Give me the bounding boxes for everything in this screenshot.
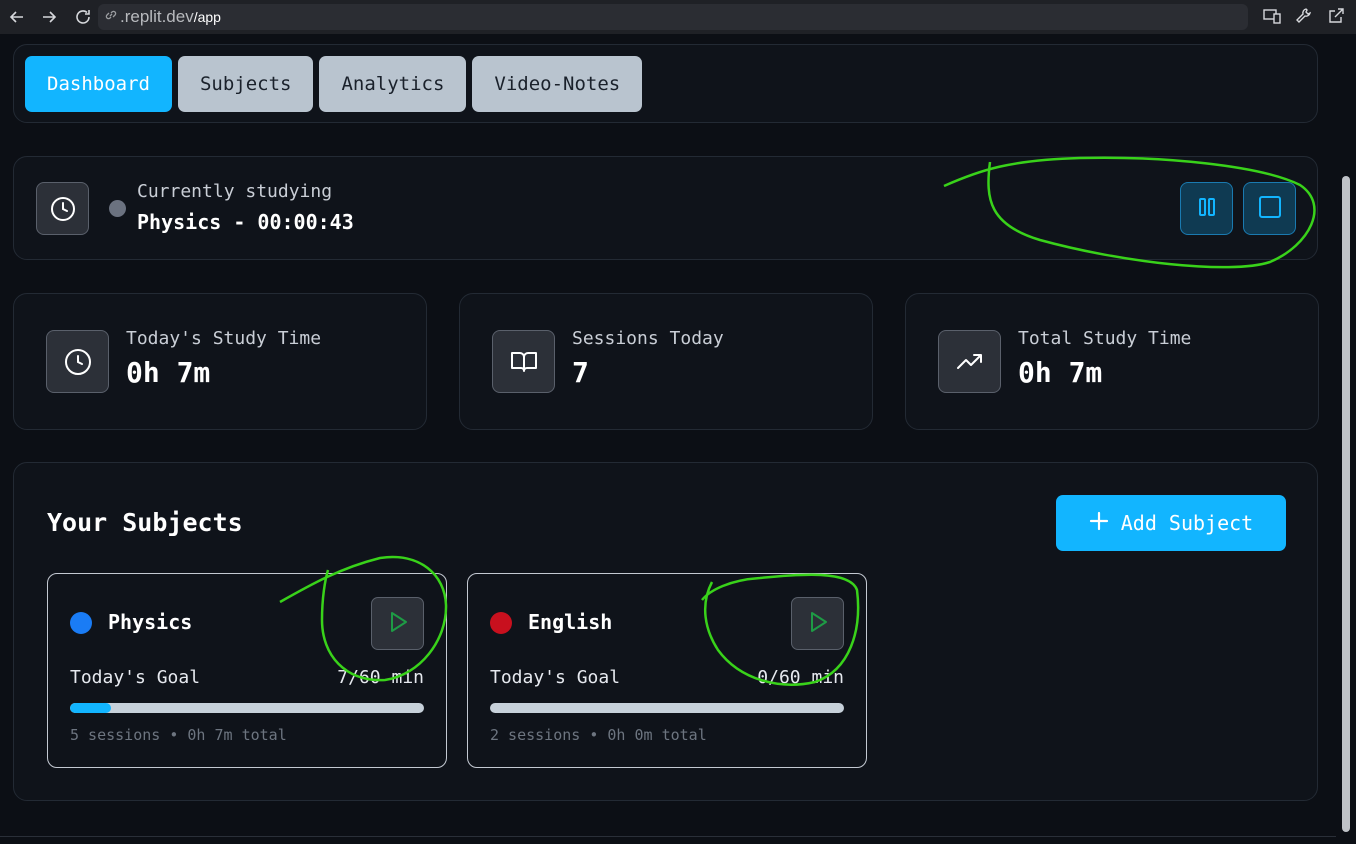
subject-card-english[interactable]: English Today's Goal 0/60 min 2 sessions… xyxy=(467,573,867,768)
goal-progress-bar xyxy=(70,703,424,713)
plus-icon xyxy=(1089,511,1109,536)
clock-icon xyxy=(46,330,109,393)
nav-tabs: Dashboard Subjects Analytics Video-Notes xyxy=(13,44,1318,123)
external-link-icon[interactable] xyxy=(1326,6,1346,26)
goal-progress-fill xyxy=(70,703,112,713)
url-path: /app xyxy=(193,9,221,25)
clock-icon xyxy=(36,182,89,235)
current-session-label: Currently studying xyxy=(137,181,333,202)
scrollbar[interactable] xyxy=(1342,176,1350,832)
current-session-card: Currently studying Physics - 00:00:43 xyxy=(13,156,1318,260)
link-icon xyxy=(104,7,118,27)
goal-progress-bar xyxy=(490,703,844,713)
subject-meta: 2 sessions • 0h 0m total xyxy=(490,726,707,744)
current-session-value: Physics - 00:00:43 xyxy=(137,210,354,234)
subject-name: English xyxy=(528,610,613,634)
wrench-icon[interactable] xyxy=(1294,6,1314,26)
subject-name: Physics xyxy=(108,610,193,634)
stat-value: 0h 7m xyxy=(1018,356,1103,389)
pause-button[interactable] xyxy=(1180,182,1233,235)
tab-analytics[interactable]: Analytics xyxy=(319,56,467,112)
stop-icon xyxy=(1258,195,1282,223)
subject-color-dot xyxy=(490,612,512,634)
play-icon xyxy=(806,610,830,638)
add-subject-button[interactable]: Add Subject xyxy=(1056,495,1286,551)
browser-toolbar: .replit.dev/app xyxy=(0,0,1356,34)
stat-card-today-study-time: Today's Study Time 0h 7m xyxy=(13,293,427,430)
goal-value: 7/60 min xyxy=(337,667,424,688)
url-bar[interactable]: .replit.dev/app xyxy=(98,4,1248,30)
trending-up-icon xyxy=(938,330,1001,393)
section-title: Your Subjects xyxy=(47,508,243,537)
stat-card-total-study-time: Total Study Time 0h 7m xyxy=(905,293,1319,430)
stat-value: 0h 7m xyxy=(126,356,211,389)
divider xyxy=(0,836,1336,837)
pause-icon xyxy=(1196,196,1218,222)
status-dot xyxy=(109,200,126,217)
tab-video-notes[interactable]: Video-Notes xyxy=(472,56,643,112)
book-open-icon xyxy=(492,330,555,393)
tab-dashboard[interactable]: Dashboard xyxy=(25,56,172,112)
reload-icon[interactable] xyxy=(72,6,94,28)
stat-card-sessions-today: Sessions Today 7 xyxy=(459,293,873,430)
goal-label: Today's Goal xyxy=(490,667,621,688)
start-session-button[interactable] xyxy=(791,597,844,650)
stat-label: Today's Study Time xyxy=(126,328,322,349)
stat-label: Sessions Today xyxy=(572,328,724,349)
stop-button[interactable] xyxy=(1243,182,1296,235)
forward-icon[interactable] xyxy=(38,6,60,28)
stat-label: Total Study Time xyxy=(1018,328,1192,349)
goal-label: Today's Goal xyxy=(70,667,201,688)
add-subject-label: Add Subject xyxy=(1120,511,1254,535)
stat-value: 7 xyxy=(572,356,589,389)
goal-value: 0/60 min xyxy=(757,667,844,688)
subject-color-dot xyxy=(70,612,92,634)
subjects-section: Your Subjects Add Subject Physics Today'… xyxy=(13,462,1318,801)
start-session-button[interactable] xyxy=(371,597,424,650)
subject-card-physics[interactable]: Physics Today's Goal 7/60 min 5 sessions… xyxy=(47,573,447,768)
url-host: .replit.dev xyxy=(120,7,194,26)
devices-icon[interactable] xyxy=(1262,6,1282,26)
tab-subjects[interactable]: Subjects xyxy=(177,56,314,112)
subject-meta: 5 sessions • 0h 7m total xyxy=(70,726,287,744)
back-icon[interactable] xyxy=(6,6,28,28)
play-icon xyxy=(386,610,410,638)
